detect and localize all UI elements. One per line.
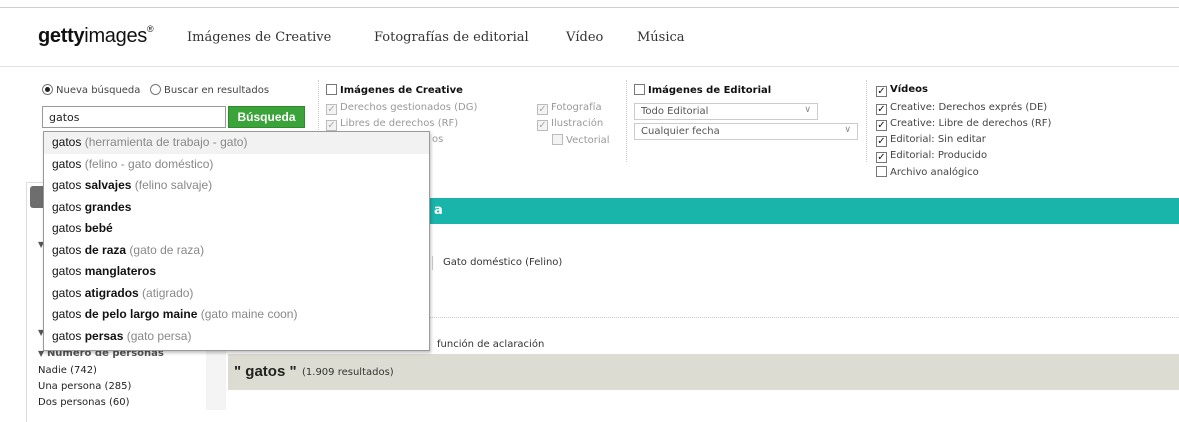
suggestion-item[interactable]: gatos grandes xyxy=(44,197,429,219)
autocomplete-dropdown: gatos (herramienta de trabajo - gato) ga… xyxy=(43,131,430,351)
nav-editorial-photos[interactable]: Fotografías de editorial xyxy=(374,30,529,45)
suggestion-item[interactable]: gatos de pelo largo maine (gato maine co… xyxy=(44,304,429,326)
nav-creative-images[interactable]: Imágenes de Creative xyxy=(187,30,331,45)
checkbox-checked-icon: ✓ xyxy=(876,120,887,131)
editorial-type-select[interactable]: Todo Editorial ∨ xyxy=(634,103,818,120)
nav-music[interactable]: Música xyxy=(637,30,685,45)
results-query: " gatos " xyxy=(234,363,297,380)
suggestion-item[interactable]: gatos persas (gato persa) xyxy=(44,326,429,348)
video-option-editorial-produced[interactable]: ✓ Editorial: Producido xyxy=(876,150,987,163)
suggestion-item[interactable]: gatos manglateros xyxy=(44,261,429,283)
people-filter-two[interactable]: Dos personas (60) xyxy=(38,397,130,408)
suggestion-item[interactable]: gatos (felino - gato doméstico) xyxy=(44,154,429,176)
checkbox-checked-icon: ✓ xyxy=(326,104,337,115)
filter-divider xyxy=(866,80,867,162)
creative-type-vector[interactable]: Vectorial xyxy=(552,134,610,146)
creative-partial-label: os xyxy=(432,134,444,145)
checkbox-empty-icon xyxy=(876,166,887,177)
top-border xyxy=(0,7,1179,8)
disambiguation-function: función de aclaración xyxy=(437,339,545,350)
checkbox-checked-icon: ✓ xyxy=(326,120,337,131)
search-button[interactable]: Búsqueda xyxy=(228,106,305,128)
video-option-analog-archive[interactable]: Archivo analógico xyxy=(876,166,979,178)
chevron-down-icon: ∨ xyxy=(844,125,851,135)
option-divider xyxy=(432,256,433,270)
header-divider xyxy=(0,66,1179,67)
editorial-date-select[interactable]: Cualquier fecha ∨ xyxy=(634,123,858,140)
checkbox-empty-icon xyxy=(326,84,337,95)
video-option-creative-de[interactable]: ✓ Creative: Derechos exprés (DE) xyxy=(876,102,1047,115)
filter-divider xyxy=(626,80,627,162)
checkbox-empty-icon xyxy=(634,84,645,95)
radio-selected-icon xyxy=(42,84,53,95)
people-filter-nobody[interactable]: Nadie (742) xyxy=(38,365,97,376)
suggestion-item[interactable]: gatos atigrados (atigrado) xyxy=(44,283,429,305)
results-count: (1.909 resultados) xyxy=(302,367,394,378)
suggestion-item[interactable]: gatos (herramienta de trabajo - gato) xyxy=(44,132,429,154)
creative-type-illustration[interactable]: ✓ Ilustración xyxy=(537,118,603,131)
checkbox-checked-icon: ✓ xyxy=(537,104,548,115)
suggestion-item[interactable]: gatos de raza (gato de raza) xyxy=(44,240,429,262)
disambiguation-option[interactable]: Gato doméstico (Felino) xyxy=(443,257,562,268)
nav-video[interactable]: Vídeo xyxy=(566,30,603,45)
suggestion-item[interactable]: gatos bebé xyxy=(44,218,429,240)
checkbox-checked-icon: ✓ xyxy=(876,104,887,115)
video-option-creative-rf[interactable]: ✓ Creative: Libre de derechos (RF) xyxy=(876,118,1051,131)
checkbox-checked-icon: ✓ xyxy=(537,120,548,131)
radio-empty-icon xyxy=(150,84,161,95)
radio-new-search[interactable]: Nueva búsqueda xyxy=(42,84,140,96)
checkbox-checked-icon: ✓ xyxy=(876,86,887,97)
video-option-editorial-raw[interactable]: ✓ Editorial: Sin editar xyxy=(876,134,986,147)
creative-filter-toggle[interactable]: Imágenes de Creative xyxy=(326,84,463,96)
creative-type-photo[interactable]: ✓ Fotografía xyxy=(537,102,602,115)
creative-rights-rf[interactable]: ✓ Libres de derechos (RF) xyxy=(326,118,458,131)
disambiguation-bar: a xyxy=(330,198,1179,224)
videos-filter-toggle[interactable]: ✓ Vídeos xyxy=(876,84,928,97)
creative-rights-rm[interactable]: ✓ Derechos gestionados (DG) xyxy=(326,102,477,115)
checkbox-empty-icon xyxy=(552,134,563,145)
editorial-filter-toggle[interactable]: Imágenes de Editorial xyxy=(634,84,771,96)
panel-tab[interactable] xyxy=(30,186,44,208)
radio-search-within[interactable]: Buscar en resultados xyxy=(150,84,269,96)
search-input[interactable]: gatos xyxy=(42,106,226,128)
checkbox-checked-icon: ✓ xyxy=(876,136,887,147)
gettyimages-logo[interactable]: gettyimages® xyxy=(38,24,154,48)
checkbox-checked-icon: ✓ xyxy=(876,152,887,163)
suggestion-item[interactable]: gatos salvajes (felino salvaje) xyxy=(44,175,429,197)
people-filter-one[interactable]: Una persona (285) xyxy=(38,381,131,392)
chevron-down-icon: ∨ xyxy=(804,105,811,115)
